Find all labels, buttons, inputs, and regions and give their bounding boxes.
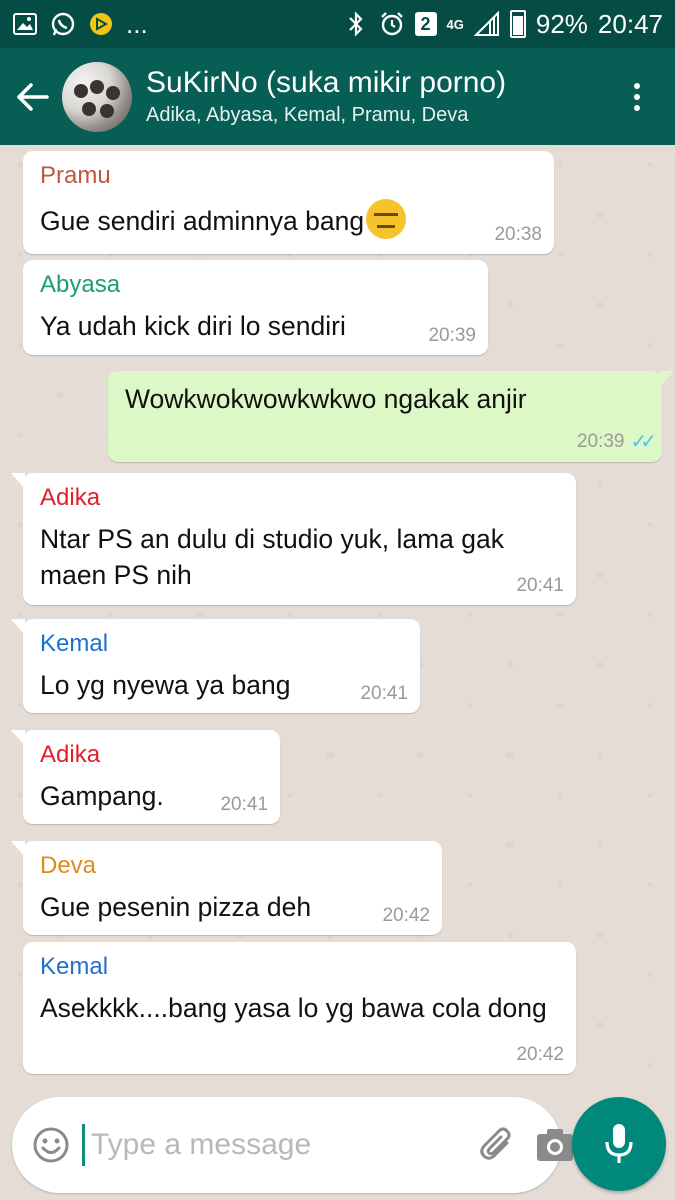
message-sender: Kemal <box>40 630 109 657</box>
menu-dot <box>634 104 640 111</box>
chat-title-block[interactable]: SuKirNo (suka mikir porno) Adika, Abyasa… <box>146 65 506 129</box>
more-notifications: ... <box>126 8 148 39</box>
menu-dot <box>634 93 640 100</box>
message-time: 20:42 <box>516 1044 564 1065</box>
message-text: Gue pesenin pizza deh <box>40 892 312 922</box>
message-bubble[interactable]: Deva Gue pesenin pizza deh 20:42 <box>11 841 442 935</box>
app-notification-icon <box>88 11 114 37</box>
expressionless-face-emoji-icon <box>366 199 407 239</box>
message-text: Wowkwokwowkwkwo ngakak anjir <box>125 384 527 414</box>
message-time: 20:41 <box>360 683 408 704</box>
message-bubble[interactable]: Adika Gampang. 20:41 <box>11 730 280 824</box>
gallery-notification-icon <box>12 11 38 37</box>
message-bubble[interactable]: Adika Ntar PS an dulu di studio yuk, lam… <box>11 473 576 605</box>
alarm-icon <box>379 11 405 37</box>
smiley-icon <box>33 1127 69 1163</box>
participants-list: Adika, Abyasa, Kemal, Pramu, Deva <box>146 103 469 126</box>
microphone-icon <box>605 1124 633 1163</box>
menu-dot <box>634 82 640 89</box>
message-sender: Pramu <box>40 162 111 189</box>
message-bubble[interactable]: Kemal Lo yg nyewa ya bang 20:41 <box>11 619 420 713</box>
message-meta: 20:39 ✓✓ <box>576 429 657 454</box>
message-text: Asekkkk....bang yasa lo yg bawa cola don… <box>40 993 547 1023</box>
signal-icon <box>473 11 500 37</box>
message-text: Ya udah kick diri lo sendiri <box>40 311 346 341</box>
chat-area[interactable]: Pramu Gue sendiri adminnya bang 20:38 Ab… <box>0 145 675 1087</box>
group-avatar[interactable] <box>62 61 132 132</box>
battery-level: 92% <box>535 8 588 39</box>
message-time: 20:41 <box>516 575 564 596</box>
chat-header: SuKirNo (suka mikir porno) Adika, Abyasa… <box>0 48 675 145</box>
network-type: 4G <box>446 16 464 32</box>
whatsapp-notification-icon <box>50 11 76 37</box>
message-time: 20:41 <box>220 794 268 815</box>
message-bubble[interactable]: Pramu Gue sendiri adminnya bang 20:38 <box>23 151 554 254</box>
read-receipt-icon: ✓✓ <box>630 431 656 453</box>
message-sender: Deva <box>40 852 97 879</box>
message-time: 20:39 <box>428 325 476 346</box>
arrow-left-icon <box>17 82 49 111</box>
battery-icon <box>509 10 526 38</box>
message-sender: Adika <box>40 741 101 768</box>
message-bubble[interactable]: Abyasa Ya udah kick diri lo sendiri 20:3… <box>23 260 488 355</box>
message-text: Lo yg nyewa ya bang <box>40 670 291 700</box>
message-time: 20:39 <box>576 430 625 452</box>
clock: 20:47 <box>597 8 663 39</box>
emoji-button[interactable] <box>32 1125 70 1165</box>
message-text: Gue sendiri adminnya bang <box>40 206 365 236</box>
status-bar: ... 2 4G 92% 20:47 <box>0 0 675 48</box>
message-input[interactable] <box>82 1124 477 1166</box>
outgoing-message-bubble[interactable]: Wowkwokwowkwkwo ngakak anjir 20:39 ✓✓ <box>108 371 674 462</box>
overflow-menu-button[interactable] <box>617 67 657 127</box>
attach-button[interactable] <box>477 1121 517 1169</box>
message-sender: Kemal <box>40 953 109 980</box>
message-sender: Abyasa <box>40 271 121 298</box>
chat-title: SuKirNo (suka mikir porno) <box>146 65 507 99</box>
message-bubble[interactable]: Kemal Asekkkk....bang yasa lo yg bawa co… <box>23 942 576 1074</box>
message-time: 20:38 <box>494 224 542 245</box>
camera-button[interactable] <box>535 1121 575 1169</box>
camera-icon <box>537 1129 573 1161</box>
message-time: 20:42 <box>382 905 430 926</box>
voice-message-button[interactable] <box>572 1097 666 1191</box>
message-sender: Adika <box>40 484 101 511</box>
back-button[interactable] <box>2 48 62 145</box>
message-text: Ntar PS an dulu di studio yuk, lama gak … <box>40 524 504 590</box>
bluetooth-icon <box>343 11 369 37</box>
message-composer <box>12 1097 573 1193</box>
paperclip-icon <box>480 1127 511 1160</box>
sim-badge: 2 <box>414 12 437 36</box>
